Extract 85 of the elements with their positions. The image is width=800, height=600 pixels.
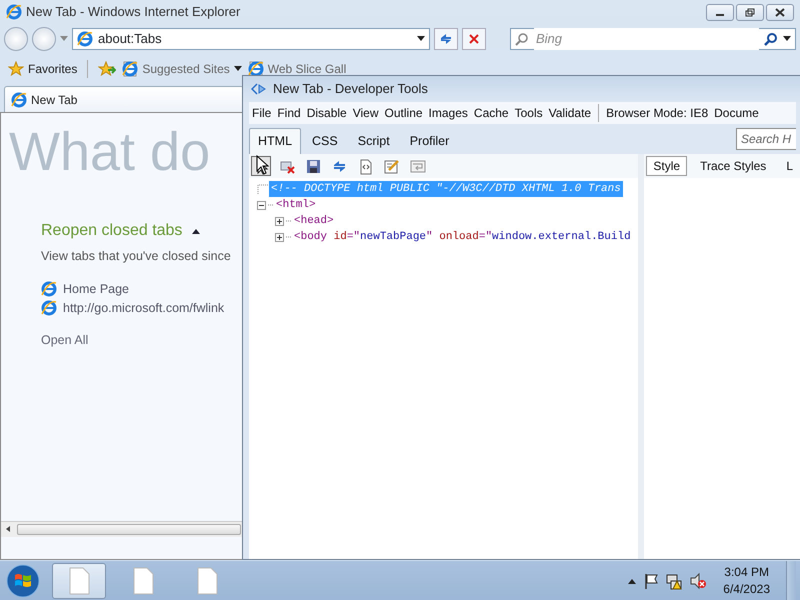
closed-tab-link[interactable]: http://go.microsoft.com/fwlink (41, 298, 237, 318)
document-mode-menu[interactable]: Docume (711, 104, 762, 122)
minimize-icon (716, 14, 724, 16)
minimize-button[interactable] (706, 4, 734, 20)
page-icon (11, 92, 27, 108)
clock-date[interactable]: 6/4/2023 (723, 580, 770, 597)
menu-item[interactable]: Cache (470, 104, 512, 122)
tree-node[interactable]: <head> (292, 213, 336, 229)
browser-logo-icon (6, 4, 22, 20)
expand-toggle[interactable] (257, 200, 266, 210)
network-icon[interactable] (665, 572, 684, 590)
menu-item[interactable]: Find (274, 104, 304, 122)
expand-toggle[interactable] (275, 232, 284, 242)
search-field[interactable]: Search H (736, 128, 796, 150)
document-icon (196, 566, 218, 594)
open-all-link[interactable]: Open All (41, 331, 88, 350)
address-field[interactable]: about:Tabs (72, 28, 430, 50)
devtools-icon (251, 82, 267, 96)
favorites-link[interactable]: Suggested Sites (122, 60, 242, 78)
closed-tab-link[interactable]: Home Page (41, 280, 237, 298)
menu-item[interactable]: Outline (382, 104, 426, 122)
muted-speaker-icon[interactable] (689, 572, 708, 590)
tree-connector-icon (257, 184, 269, 194)
start-button[interactable] (4, 562, 42, 600)
close-button[interactable] (766, 4, 794, 20)
tree-connector-icon (286, 236, 292, 238)
window-title: New Tab - Developer Tools (273, 80, 428, 98)
plus-icon (276, 218, 283, 224)
flag-icon[interactable] (643, 572, 660, 590)
dropdown-arrow-icon[interactable] (783, 36, 791, 42)
browser-tab[interactable]: New Tab (4, 86, 244, 112)
scrollbar-thumb[interactable] (17, 524, 241, 535)
plus-icon (276, 234, 283, 240)
add-favorite-icon[interactable] (98, 61, 116, 77)
dropdown-arrow-icon (234, 66, 242, 72)
favorites-button[interactable]: Favorites (8, 60, 78, 78)
page-icon (77, 31, 93, 47)
save-icon (304, 158, 322, 174)
stop-button[interactable] (462, 28, 486, 50)
document-icon (68, 566, 90, 594)
window-title: New Tab - Windows Internet Explorer (26, 3, 240, 22)
devtools-tab[interactable]: CSS (303, 128, 347, 154)
browser-logo-icon (41, 281, 57, 298)
windows-logo-icon (5, 562, 41, 598)
show-hidden-icons-icon[interactable] (627, 576, 638, 584)
menu-item[interactable]: Validate (546, 104, 594, 122)
browser-logo-icon (41, 300, 57, 316)
page-heading: What do (9, 125, 212, 179)
close-icon (775, 8, 785, 16)
collapse-arrow-icon (192, 228, 200, 234)
style-tab[interactable]: L (779, 156, 800, 176)
search-field[interactable]: Bing (510, 28, 796, 50)
menu-item[interactable]: View (350, 104, 382, 122)
devtools-tab[interactable]: Profiler (400, 128, 458, 154)
browser-mode-menu[interactable]: Browser Mode: IE8 (603, 104, 712, 122)
style-tab[interactable]: Style (646, 156, 688, 176)
refresh-button[interactable] (434, 28, 458, 50)
clock-time[interactable]: 3:04 PM (723, 564, 770, 580)
tree-node[interactable]: <html> (274, 197, 318, 213)
tree-node[interactable]: <body id="newTabPage" onload="window.external.Build (292, 229, 633, 245)
expand-toggle[interactable] (275, 216, 284, 226)
page-icon (122, 61, 138, 77)
devtools-tab[interactable]: HTML (249, 128, 302, 154)
tree-connector-icon (286, 220, 292, 222)
restore-icon (746, 8, 754, 16)
restore-button[interactable] (736, 4, 764, 20)
devtools-tab[interactable]: Script (348, 128, 399, 154)
edit-icon (382, 158, 400, 174)
menu-item[interactable]: Disable (304, 104, 350, 122)
taskbar-button[interactable] (52, 562, 106, 598)
word-wrap-icon (408, 158, 426, 174)
stop-icon (468, 33, 480, 45)
search-icon (515, 32, 529, 46)
menu-item[interactable]: Images (426, 104, 471, 122)
star-icon (8, 61, 24, 77)
menu-item[interactable]: File (249, 104, 274, 122)
section-description: View tabs that you've closed since (41, 248, 232, 265)
search-icon[interactable] (764, 32, 778, 46)
tree-connector-icon (268, 204, 274, 206)
page-icon (248, 61, 264, 77)
document-icon (132, 566, 154, 594)
refresh-icon (439, 32, 453, 46)
menu-item[interactable]: Tools (512, 104, 546, 122)
style-tab[interactable]: Trace Styles (693, 156, 774, 176)
dropdown-arrow-icon[interactable] (417, 36, 425, 42)
